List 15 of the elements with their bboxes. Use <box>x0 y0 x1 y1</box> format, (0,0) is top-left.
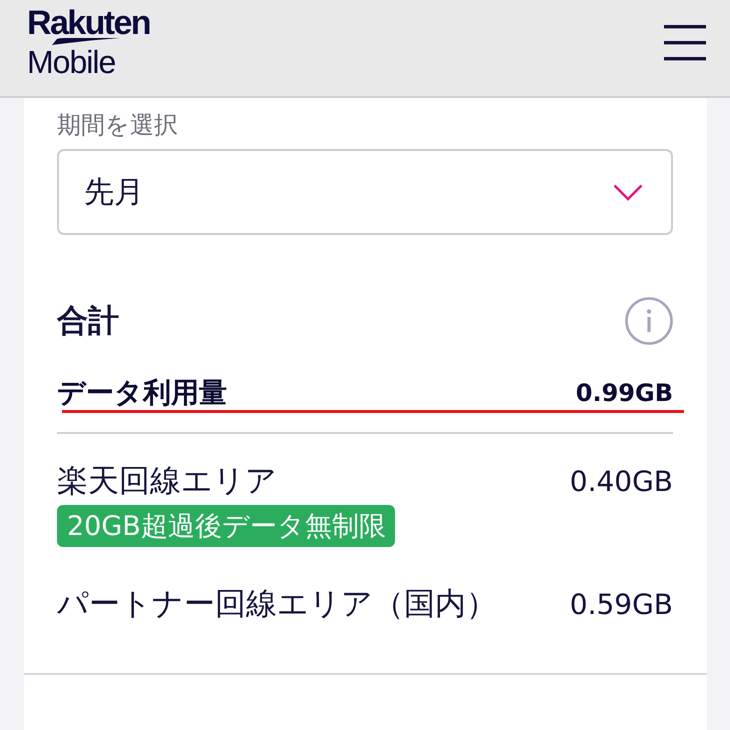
swoosh-icon <box>52 38 120 45</box>
data-usage-label: データ利用量 <box>57 375 227 411</box>
area-label: パートナー回線エリア（国内） <box>57 585 497 624</box>
area-label: 楽天回線エリア <box>57 462 277 501</box>
period-select[interactable]: 先月 <box>57 149 673 235</box>
data-usage-value: 0.99GB <box>576 379 673 407</box>
area-value: 0.59GB <box>570 588 673 620</box>
chevron-down-icon <box>613 184 643 200</box>
menu-icon <box>663 24 707 62</box>
period-label: 期間を選択 <box>57 110 179 140</box>
total-title: 合計 <box>57 302 119 341</box>
plan-tag: 20GB超過後データ無制限 <box>57 505 395 547</box>
area-value: 0.40GB <box>570 464 673 498</box>
logo-product: Mobile <box>27 45 116 79</box>
logo-brand: Rakuten <box>27 8 150 38</box>
